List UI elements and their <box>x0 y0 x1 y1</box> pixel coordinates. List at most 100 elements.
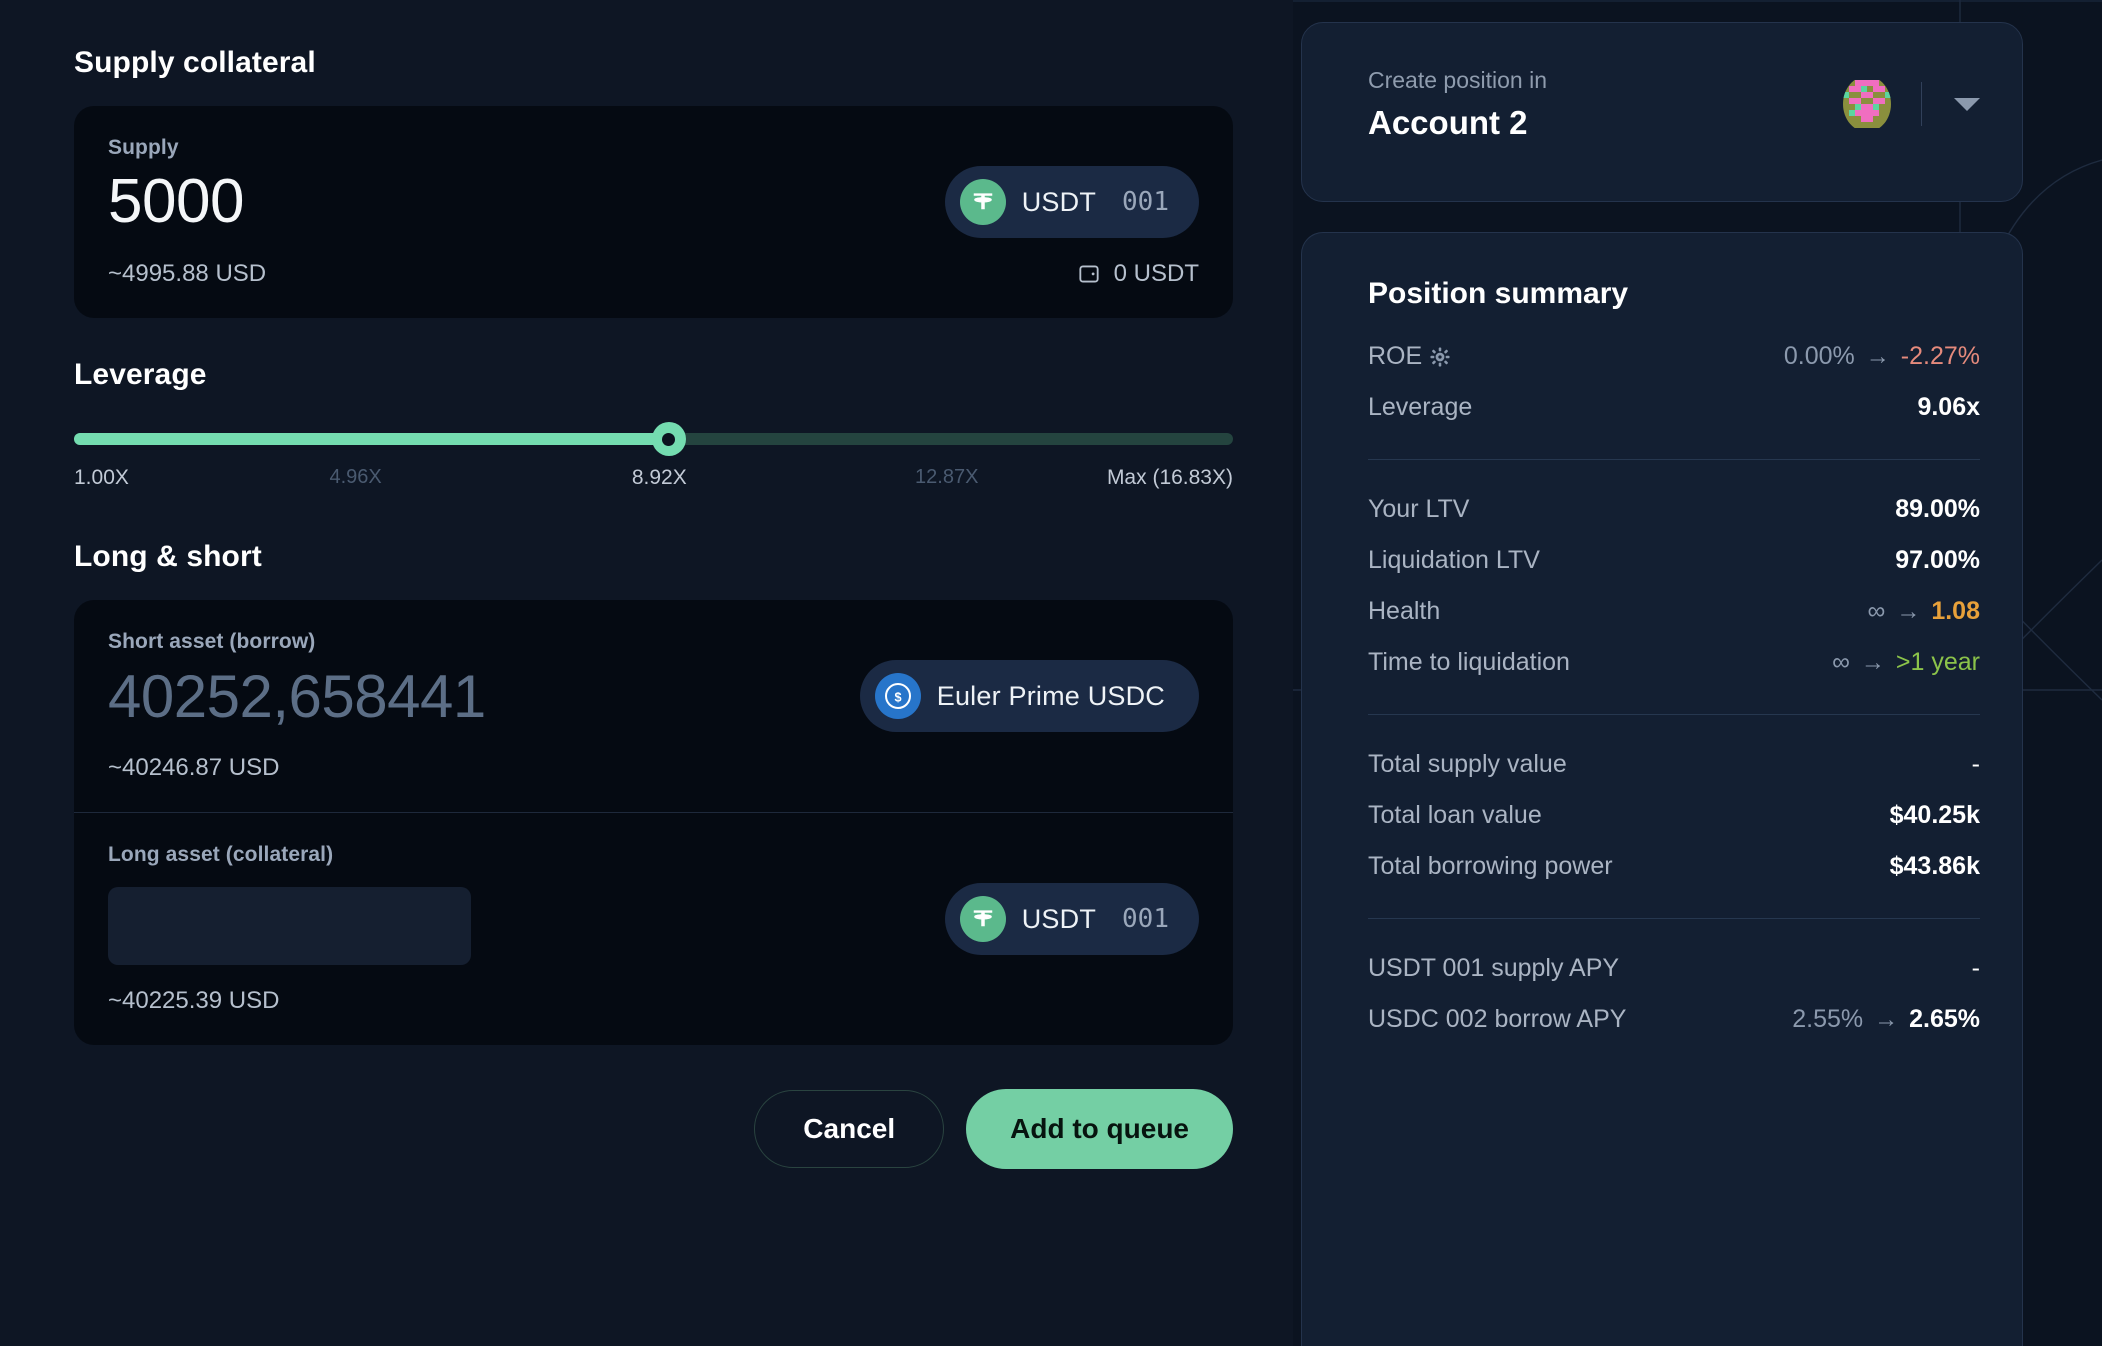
supply-amount-input[interactable]: 5000 <box>108 169 244 234</box>
summary-row-label: USDT 001 supply APY <box>1368 954 1620 982</box>
transition-arrow-icon: → <box>1860 648 1885 676</box>
long-short-card: Short asset (borrow) 40252,658441 $ Eule… <box>74 600 1233 1045</box>
position-summary-card: Position summary ROE 0.00% → -2.27% Leverage… <box>1301 232 2023 1346</box>
short-asset-label: Short asset (borrow) <box>108 630 316 653</box>
right-column: Create position in Account 2 Position su… <box>1293 0 2102 1346</box>
account-name: Account 2 <box>1368 104 1528 141</box>
summary-row-label: Total supply value <box>1368 750 1567 778</box>
summary-value-after: $43.86k <box>1889 852 1980 880</box>
position-summary-heading: Position summary <box>1368 277 1629 310</box>
summary-row: Liquidation LTV 97.00% <box>1368 535 1980 586</box>
supply-field-label: Supply <box>108 136 179 159</box>
summary-row-value: - <box>1972 954 1980 983</box>
summary-row: Leverage 9.06x <box>1368 382 1980 433</box>
long-asset-section: Long asset (collateral) USDT 001 ~40225.… <box>74 813 1233 1045</box>
summary-value-after: - <box>1971 954 1980 982</box>
wallet-icon <box>1079 265 1099 283</box>
tether-icon <box>959 896 1006 942</box>
chevron-down-icon[interactable] <box>1954 97 1980 111</box>
usdc-icon: $ <box>874 673 921 719</box>
wallet-balance[interactable]: 0 USDT <box>1076 260 1199 288</box>
supply-token-suffix: 001 <box>1122 187 1169 217</box>
add-to-queue-button[interactable]: Add to queue <box>966 1089 1233 1169</box>
leverage-slider[interactable] <box>74 422 1233 456</box>
summary-row-value: 97.00% <box>1895 546 1980 575</box>
create-position-form: Supply collateral Supply 5000 USDT 001 ~… <box>0 0 1293 1346</box>
transition-arrow-icon: → <box>1896 597 1921 625</box>
summary-row-value: 9.06x <box>1917 393 1980 422</box>
summary-row-value: 0.00% → -2.27% <box>1784 342 1980 371</box>
summary-row: Time to liquidation ∞ → >1 year <box>1368 637 1980 688</box>
cancel-button[interactable]: Cancel <box>754 1090 945 1168</box>
summary-row: Health ∞ → 1.08 <box>1368 586 1980 637</box>
summary-value-after: 2.65% <box>1909 1005 1980 1033</box>
summary-row-label: ROE <box>1368 342 1451 371</box>
summary-row: Your LTV 89.00% <box>1368 484 1980 535</box>
summary-row-label: Health <box>1368 597 1441 625</box>
summary-value-after: - <box>1971 750 1980 778</box>
summary-row: Total loan value $40.25k <box>1368 790 1980 841</box>
app-root: Supply collateral Supply 5000 USDT 001 ~… <box>0 0 2102 1346</box>
leverage-tick-current: 8.92X <box>631 466 687 489</box>
summary-row-label: Liquidation LTV <box>1368 546 1540 574</box>
summary-row-label: Time to liquidation <box>1368 648 1570 676</box>
leverage-tick-min: 1.00X <box>74 466 129 489</box>
short-asset-sub-row: ~40246.87 USD <box>108 754 1199 782</box>
long-asset-token-suffix: 001 <box>1122 904 1169 934</box>
long-asset-amount-input[interactable] <box>108 887 471 965</box>
long-asset-label: Long asset (collateral) <box>108 843 334 866</box>
summary-value-after: 1.08 <box>1931 597 1980 625</box>
leverage-tick-3: 12.87X <box>915 466 979 488</box>
summary-value-after: >1 year <box>1895 648 1980 676</box>
account-divider <box>1921 82 1922 126</box>
tether-icon <box>959 179 1006 225</box>
supply-sub-row: ~4995.88 USD 0 USDT <box>108 260 1199 288</box>
leverage-tick-1: 4.96X <box>329 466 382 488</box>
gear-icon[interactable] <box>1429 346 1451 368</box>
summary-value-before: 2.55% <box>1792 1005 1864 1033</box>
summary-row-value: ∞ → 1.08 <box>1868 597 1981 626</box>
supply-usd-value: ~4995.88 USD <box>108 260 267 287</box>
supply-amount-row: 5000 USDT 001 <box>108 166 1199 238</box>
summary-value-after: $40.25k <box>1889 801 1980 829</box>
summary-row: Total borrowing power $43.86k <box>1368 841 1980 892</box>
summary-row-value: 2.55% → 2.65% <box>1792 1005 1980 1034</box>
long-short-heading: Long & short <box>74 540 262 573</box>
summary-row-value: ∞ → >1 year <box>1832 648 1980 677</box>
leverage-tick-max: Max (16.83X) <box>1106 466 1233 489</box>
summary-row: USDC 002 borrow APY 2.55% → 2.65% <box>1368 994 1980 1045</box>
summary-row-value: - <box>1972 750 1980 779</box>
long-asset-usd-value: ~40225.39 USD <box>108 987 280 1014</box>
long-asset-token-selector[interactable]: USDT 001 <box>944 883 1199 955</box>
slider-thumb[interactable] <box>651 422 686 456</box>
supply-card: Supply 5000 USDT 001 ~4995.88 USD 0 USDT <box>74 106 1233 318</box>
summary-row-label: Your LTV <box>1368 495 1470 523</box>
summary-row: USDT 001 supply APY - <box>1368 943 1980 994</box>
summary-row-label: Leverage <box>1368 393 1473 421</box>
short-asset-token-selector[interactable]: $ Euler Prime USDC <box>859 660 1199 732</box>
summary-groups: ROE 0.00% → -2.27% Leverage 9.06x Your LTV 89.0… <box>1368 331 1980 1045</box>
summary-row: Total supply value - <box>1368 739 1980 790</box>
summary-section-divider <box>1368 459 1980 460</box>
summary-row-label: Total loan value <box>1368 801 1542 829</box>
summary-value-after: 9.06x <box>1917 393 1980 421</box>
summary-value-after: 89.00% <box>1895 495 1980 523</box>
long-asset-sub-row: ~40225.39 USD <box>108 987 1199 1015</box>
short-asset-amount-input[interactable]: 40252,658441 <box>108 665 486 728</box>
account-blockie-avatar <box>1843 76 1891 132</box>
transition-arrow-icon: → <box>1865 342 1890 370</box>
short-asset-section: Short asset (borrow) 40252,658441 $ Eule… <box>74 600 1233 812</box>
long-asset-amount-row: USDT 001 <box>108 873 1199 965</box>
slider-track-fill <box>74 433 669 445</box>
account-selector-card[interactable]: Create position in Account 2 <box>1301 22 2023 202</box>
supply-token-selector[interactable]: USDT 001 <box>944 166 1199 238</box>
form-actions: Cancel Add to queue <box>74 1089 1233 1169</box>
summary-row-value: 89.00% <box>1895 495 1980 524</box>
summary-section-divider <box>1368 918 1980 919</box>
summary-value-before: ∞ <box>1832 648 1850 676</box>
long-asset-token-symbol: USDT <box>1021 903 1097 934</box>
summary-value-before: 0.00% <box>1783 342 1855 370</box>
leverage-heading: Leverage <box>74 358 207 391</box>
short-asset-token-symbol: Euler Prime USDC <box>936 680 1165 711</box>
summary-value-before: ∞ <box>1867 597 1886 625</box>
